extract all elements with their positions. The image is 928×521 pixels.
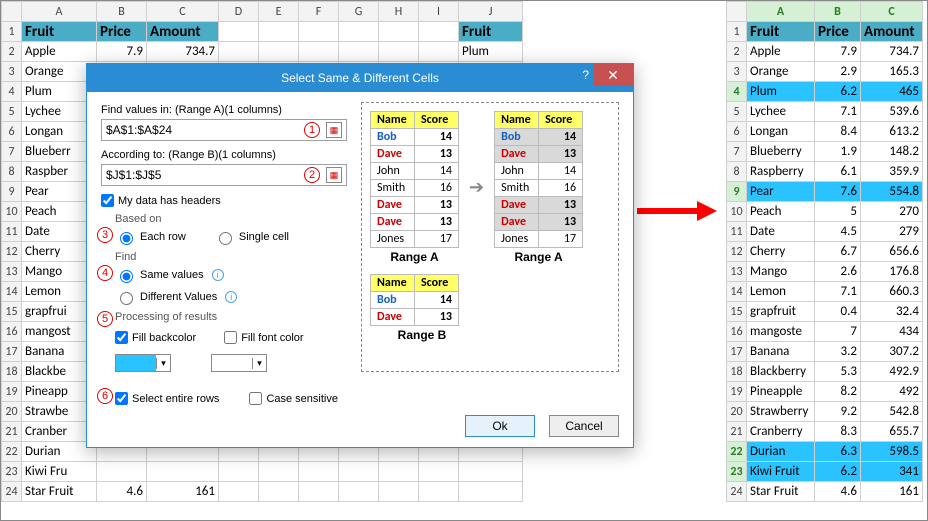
table-row[interactable]: 6 Longan8.4613.2 [727,122,923,142]
each-row-radio[interactable]: Each row [115,229,186,245]
cancel-button[interactable]: Cancel [549,415,619,437]
col-header-amount[interactable]: Amount [147,22,219,42]
table-row[interactable]: 2 Apple7.9734.7 [727,42,923,62]
table-row[interactable]: 11 Date4.5279 [727,222,923,242]
fill-backcolor-checkbox[interactable]: Fill backcolor [115,331,196,344]
case-sensitive-checkbox[interactable]: Case sensitive [249,392,338,405]
range-b-input[interactable]: $J$1:$J$5 2 ▦ [101,164,347,186]
table-row[interactable]: 23 Kiwi Fruit6.2341 [727,462,923,482]
has-headers-checkbox[interactable]: My data has headers [101,194,347,207]
same-values-radio[interactable]: Same valuesi [115,267,347,283]
table-row[interactable]: 16 mangoste7434 [727,322,923,342]
table-row[interactable]: 23 Kiwi Fru [2,462,523,482]
table-row[interactable]: 2 Apple7.9734.7 Plum [2,42,523,62]
fill-fontcolor-checkbox[interactable]: Fill font color [224,331,303,344]
help-icon[interactable]: ? [582,68,589,82]
info-icon[interactable]: i [225,291,237,303]
table-row[interactable]: 24 Star Fruit4.6161 [2,482,523,502]
table-row[interactable]: 5 Lychee7.1539.6 [727,102,923,122]
table-row[interactable]: 7 Blueberry1.9148.2 [727,142,923,162]
table-row[interactable]: 21 Cranberry8.3655.7 [727,422,923,442]
table-row[interactable]: 19 Pineapple8.2492 [727,382,923,402]
result-arrow-icon [637,203,719,219]
table-row[interactable]: 14 Lemon7.1660.3 [727,282,923,302]
backcolor-swatch[interactable]: ▾ [115,354,171,372]
select-cells-dialog: Select Same & Different Cells ? ✕ Find v… [86,63,634,448]
ok-button[interactable]: Ok [465,415,535,437]
range-picker-icon[interactable]: ▦ [326,167,342,183]
table-row[interactable]: 13 Mango2.6176.8 [727,262,923,282]
range-picker-icon[interactable]: ▦ [326,122,342,138]
fontcolor-swatch[interactable]: ▾ [211,354,267,372]
info-icon[interactable]: i [212,269,224,281]
col-header-price[interactable]: Price [97,22,147,42]
diff-values-radio[interactable]: Different Valuesi [115,289,347,305]
table-row[interactable]: 17 Banana3.2307.2 [727,342,923,362]
table-row[interactable]: 9 Pear7.6554.8 [727,182,923,202]
dialog-titlebar[interactable]: Select Same & Different Cells ? ✕ [87,64,633,92]
col-header-fruit-j[interactable]: Fruit [459,22,523,42]
dialog-preview: NameScoreBob14Dave13John14Smith16Dave13D… [361,102,619,372]
according-to-label: According to: (Range B)(1 columns) [101,149,347,161]
single-cell-radio[interactable]: Single cell [214,229,289,245]
table-row[interactable]: 24 Star Fruit4.6161 [727,482,923,502]
dialog-title: Select Same & Different Cells [281,71,439,85]
close-icon[interactable]: ✕ [593,64,633,86]
table-row[interactable]: 3 Orange2.9165.3 [727,62,923,82]
table-row[interactable]: 8 Raspberry6.1359.9 [727,162,923,182]
right-spreadsheet[interactable]: ABC 1 Fruit Price Amount 2 Apple7.9734.7… [726,1,923,502]
select-entire-rows-checkbox[interactable]: Select entire rows [115,392,219,405]
table-row[interactable]: 20 Strawberry9.2542.8 [727,402,923,422]
range-a-input[interactable]: $A$1:$A$24 1 ▦ [101,119,347,141]
table-row[interactable]: 15 grapfruit0.432.4 [727,302,923,322]
table-row[interactable]: 22 Durian6.3598.5 [727,442,923,462]
table-row[interactable]: 12 Cherry6.7656.6 [727,242,923,262]
arrow-right-icon: ➔ [469,177,484,198]
table-row[interactable]: 10 Peach5270 [727,202,923,222]
find-values-label: Find values in: (Range A)(1 columns) [101,104,347,116]
table-row[interactable]: 18 Blackberry5.3492.9 [727,362,923,382]
table-row[interactable]: 4 Plum6.2465 [727,82,923,102]
col-header-fruit[interactable]: Fruit [22,22,97,42]
